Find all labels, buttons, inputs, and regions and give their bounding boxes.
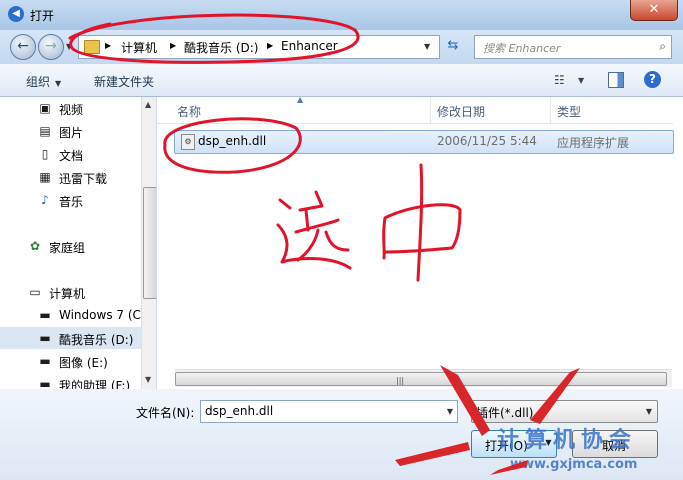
sidebar-item-label: 音乐 bbox=[59, 195, 84, 209]
sidebar-item-videos[interactable]: ▣ 视频 bbox=[0, 97, 142, 119]
address-bar[interactable]: ▶ 计算机 ▶ 酷我音乐 (D:) ▶ Enhancer ▼ bbox=[78, 35, 440, 59]
horizontal-scrollbar[interactable]: ||| bbox=[175, 369, 672, 387]
new-folder-button[interactable]: 新建文件夹 bbox=[94, 73, 154, 90]
computer-icon: ▭ bbox=[29, 285, 41, 299]
video-icon: ▣ bbox=[39, 101, 51, 115]
sidebar-item-label: 计算机 bbox=[49, 287, 86, 301]
filename-label: 文件名(N): bbox=[136, 406, 195, 420]
drive-icon: ▬ bbox=[39, 377, 51, 389]
filter-value: 插件(*.dll) bbox=[476, 406, 534, 420]
scroll-down-icon[interactable]: ▼ bbox=[145, 375, 151, 384]
help-icon[interactable]: ? bbox=[644, 71, 661, 88]
close-button[interactable]: ✕ bbox=[630, 0, 678, 21]
sidebar-item-documents[interactable]: ▯ 文档 bbox=[0, 143, 142, 165]
chevron-down-icon: ▼ bbox=[55, 79, 62, 88]
column-name[interactable]: 名称 bbox=[177, 103, 201, 120]
refresh-icon[interactable]: ⇆ bbox=[442, 36, 464, 56]
sidebar-item-label: 我的助理 (F:) bbox=[59, 379, 131, 389]
command-toolbar: 组织 ▼ 新建文件夹 ☷ ▼ ? bbox=[0, 64, 683, 97]
search-placeholder: 搜索 Enhancer bbox=[483, 42, 561, 55]
folder-icon bbox=[84, 40, 100, 54]
sidebar-item-label: 图片 bbox=[59, 126, 84, 140]
dll-file-icon: ⚙ bbox=[181, 134, 195, 150]
organize-label: 组织 bbox=[26, 75, 51, 89]
navigation-pane: ▣ 视频 ▤ 图片 ▯ 文档 ▦ 迅雷下载 ♪ 音乐 ✿ 家庭组 ▭ 计算机 ▬… bbox=[0, 97, 157, 389]
filename-input[interactable]: dsp_enh.dll ▼ bbox=[200, 400, 458, 423]
chevron-down-icon: ▼ bbox=[645, 407, 652, 416]
sidebar-item-label: 家庭组 bbox=[49, 241, 86, 255]
search-icon[interactable]: ⌕ bbox=[659, 39, 666, 54]
title-bar: ◀ 打开 ✕ bbox=[0, 0, 683, 30]
homegroup-icon: ✿ bbox=[29, 239, 41, 253]
chevron-down-icon[interactable]: ▼ bbox=[447, 407, 453, 416]
sidebar-item-label: Windows 7 (C bbox=[59, 308, 141, 322]
file-type: 应用程序扩展 bbox=[557, 136, 630, 150]
sidebar-scrollbar[interactable]: ▲ ▼ bbox=[141, 97, 156, 389]
sidebar-item-downloads[interactable]: ▦ 迅雷下载 bbox=[0, 166, 142, 188]
file-date: 2006/11/25 5:44 bbox=[437, 134, 537, 148]
breadcrumb-drive[interactable]: 酷我音乐 (D:) bbox=[184, 39, 258, 56]
recent-pages-dropdown-icon[interactable]: ▼ bbox=[66, 42, 72, 51]
sidebar-item-label: 酷我音乐 (D:) bbox=[59, 333, 134, 347]
sidebar-item-drive-d[interactable]: ▬ 酷我音乐 (D:) bbox=[0, 327, 142, 349]
document-icon: ▯ bbox=[41, 147, 49, 161]
sort-ascending-icon: ▲ bbox=[297, 95, 304, 104]
watermark-url: www.gxjmca.com bbox=[510, 457, 638, 472]
column-divider[interactable] bbox=[430, 97, 431, 123]
sidebar-item-computer[interactable]: ▭ 计算机 bbox=[0, 281, 142, 303]
column-divider[interactable] bbox=[550, 97, 551, 123]
address-dropdown-icon[interactable]: ▼ bbox=[424, 42, 430, 51]
scrollbar-grip-icon: ||| bbox=[396, 376, 405, 385]
column-date[interactable]: 修改日期 bbox=[437, 103, 485, 120]
breadcrumb-folder[interactable]: Enhancer bbox=[281, 39, 338, 53]
app-icon: ◀ bbox=[8, 6, 24, 22]
window-title: 打开 bbox=[30, 9, 55, 23]
sidebar-item-drive-f[interactable]: ▬ 我的助理 (F:) bbox=[0, 373, 142, 389]
back-arrow-icon: ← bbox=[17, 38, 29, 54]
back-button[interactable]: ← bbox=[10, 34, 36, 60]
column-header-row: ▲ 名称 修改日期 类型 bbox=[157, 95, 673, 124]
breadcrumb-separator-icon[interactable]: ▶ bbox=[170, 41, 176, 50]
sidebar-item-label: 文档 bbox=[59, 149, 84, 163]
view-options-icon[interactable]: ☷ bbox=[554, 73, 565, 87]
file-type-filter[interactable]: 插件(*.dll) ▼ bbox=[471, 400, 658, 423]
file-list: ▲ 名称 修改日期 类型 ⚙ dsp_enh.dll 2006/11/25 5:… bbox=[157, 95, 683, 389]
breadcrumb-separator-icon[interactable]: ▶ bbox=[105, 41, 111, 50]
search-input[interactable]: 搜索 Enhancer ⌕ bbox=[474, 35, 672, 59]
forward-button[interactable]: → bbox=[38, 34, 64, 60]
forward-arrow-icon: → bbox=[45, 38, 57, 54]
sidebar-item-drive-e[interactable]: ▬ 图像 (E:) bbox=[0, 350, 142, 372]
scrollbar-thumb[interactable] bbox=[143, 187, 156, 299]
drive-icon: ▬ bbox=[39, 354, 51, 368]
sidebar-item-label: 图像 (E:) bbox=[59, 356, 108, 370]
watermark-text: 计算机协会 bbox=[497, 428, 638, 453]
navigation-bar: ← → ▼ ▶ 计算机 ▶ 酷我音乐 (D:) ▶ Enhancer ▼ ⇆ 搜… bbox=[0, 30, 683, 64]
sidebar-item-pictures[interactable]: ▤ 图片 bbox=[0, 120, 142, 142]
sidebar-item-drive-c[interactable]: ▬ Windows 7 (C bbox=[0, 304, 142, 326]
breadcrumb-computer[interactable]: 计算机 bbox=[121, 39, 157, 56]
drive-icon: ▬ bbox=[39, 308, 51, 322]
scroll-up-icon[interactable]: ▲ bbox=[145, 100, 151, 109]
sidebar-item-homegroup[interactable]: ✿ 家庭组 bbox=[0, 235, 142, 257]
file-name: dsp_enh.dll bbox=[198, 134, 267, 148]
breadcrumb-separator-icon[interactable]: ▶ bbox=[267, 41, 273, 50]
music-icon: ♪ bbox=[41, 193, 49, 207]
scrollbar-thumb[interactable]: ||| bbox=[175, 372, 667, 386]
sidebar-item-music[interactable]: ♪ 音乐 bbox=[0, 189, 142, 211]
preview-pane-icon[interactable] bbox=[608, 72, 624, 88]
sidebar-item-label: 迅雷下载 bbox=[59, 172, 108, 186]
column-type[interactable]: 类型 bbox=[557, 103, 581, 120]
picture-icon: ▤ bbox=[39, 124, 51, 138]
table-row[interactable]: ⚙ dsp_enh.dll 2006/11/25 5:44 应用程序扩展 bbox=[174, 130, 674, 154]
filename-value: dsp_enh.dll bbox=[205, 404, 274, 418]
drive-icon: ▬ bbox=[39, 331, 51, 345]
chevron-down-icon[interactable]: ▼ bbox=[578, 76, 584, 85]
download-icon: ▦ bbox=[39, 170, 51, 184]
organize-button[interactable]: 组织 ▼ bbox=[26, 73, 61, 90]
sidebar-item-label: 视频 bbox=[59, 103, 84, 117]
